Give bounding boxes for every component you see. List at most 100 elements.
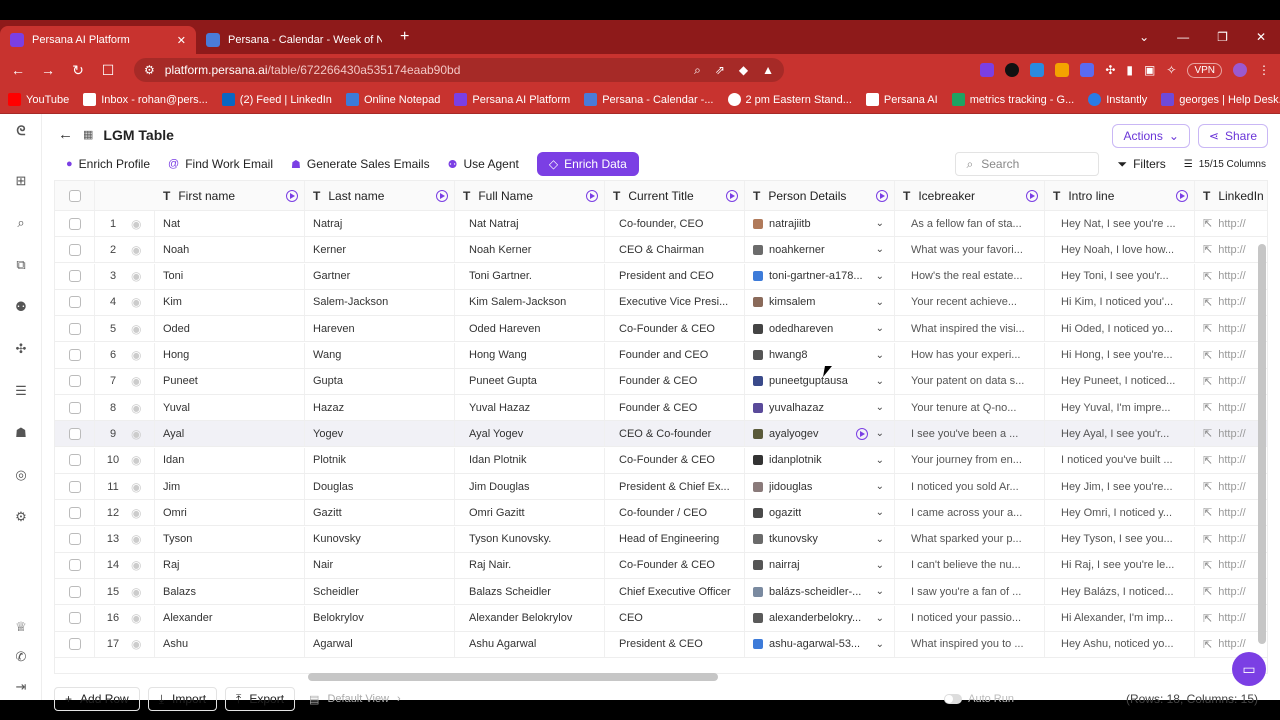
cell-last-name[interactable]: Hazaz [305, 395, 455, 421]
cell-person-details[interactable]: toni-gartner-a178... ⌄ [745, 263, 895, 289]
agent-icon[interactable]: ⚉ [12, 298, 30, 316]
tab-search-icon[interactable]: ⌄ [1139, 30, 1149, 44]
cell-last-name[interactable]: Plotnik [305, 447, 455, 473]
cell-icebreaker[interactable]: I noticed you sold Ar... [895, 474, 1045, 499]
add-row-button[interactable]: + Add Row [54, 687, 140, 711]
chevron-down-icon[interactable]: ⌄ [876, 481, 884, 492]
external-link-icon[interactable]: ⇱ [1203, 612, 1212, 625]
integrations-icon[interactable]: ✣ [12, 340, 30, 358]
chevron-down-icon[interactable]: ⌄ [876, 586, 884, 597]
table-row[interactable]: 1 ◉ Nat Natraj Nat Natraj Co-founder, CEO natr… [55, 211, 1267, 237]
cell-intro-line[interactable]: Hi Oded, I noticed yo... [1045, 316, 1195, 342]
table-row[interactable]: 9 ◉ Ayal Yogev Ayal Yogev CEO & Co-founder aya… [55, 421, 1267, 448]
cell-current-title[interactable]: President & CEO [605, 631, 745, 657]
table-row[interactable]: 12 ◉ Omri Gazitt Omri Gazitt Co-founder / CEO… [55, 500, 1267, 527]
cell-icebreaker[interactable]: What inspired the visi... [895, 316, 1045, 342]
chat-support-button[interactable]: ▭ [1232, 652, 1266, 686]
cell-full-name[interactable]: Hong Wang [455, 342, 605, 368]
external-link-icon[interactable]: ⇱ [1203, 638, 1212, 651]
cell-intro-line[interactable]: Hey Ayal, I see you'r... [1045, 421, 1195, 447]
external-link-icon[interactable]: ⇱ [1203, 322, 1212, 335]
cell-full-name[interactable]: Jim Douglas [455, 474, 605, 499]
chevron-down-icon[interactable]: ⌄ [876, 534, 884, 545]
row-select-cell[interactable] [55, 421, 95, 447]
row-checkbox[interactable] [68, 533, 81, 546]
close-window-icon[interactable]: ✕ [1256, 30, 1266, 44]
table-row[interactable]: 17 ◉ Ashu Agarwal Ashu Agarwal President & CE… [55, 631, 1267, 658]
cell-last-name[interactable]: Nair [305, 552, 455, 578]
cell-intro-line[interactable]: Hi Alexander, I'm imp... [1045, 605, 1195, 631]
row-checkbox[interactable] [68, 217, 81, 230]
site-info-icon[interactable]: ⚙ [144, 63, 155, 77]
table-row[interactable]: 7 ◉ Puneet Gupta Puneet Gupta Founder & CEO pu… [55, 368, 1267, 395]
external-link-icon[interactable]: ⇱ [1203, 375, 1212, 388]
run-cell-icon[interactable] [856, 427, 868, 440]
cell-last-name[interactable]: Yogev [305, 421, 455, 447]
cell-current-title[interactable]: President & Chief Ex... [605, 474, 745, 499]
select-all-cell[interactable] [55, 181, 95, 210]
bookmark-metrics[interactable]: metrics tracking - G... [951, 93, 1074, 106]
horizontal-scrollbar[interactable] [308, 673, 718, 681]
cell-person-details[interactable]: tkunovsky ⌄ [745, 526, 895, 552]
cell-intro-line[interactable]: Hey Jim, I see you're... [1045, 474, 1195, 499]
cell-icebreaker[interactable]: I saw you're a fan of ... [895, 579, 1045, 605]
cell-intro-line[interactable]: Hey Puneet, I noticed... [1045, 368, 1195, 394]
tables-icon[interactable]: ☰ [12, 382, 30, 400]
leo-icon[interactable]: ✧ [1166, 63, 1176, 77]
cell-intro-line[interactable]: Hey Noah, I love how... [1045, 237, 1195, 263]
forward-icon[interactable]: → [40, 62, 56, 78]
cell-last-name[interactable]: Natraj [305, 211, 455, 236]
row-select-cell[interactable] [55, 211, 95, 236]
eye-icon[interactable]: ◉ [131, 480, 141, 494]
chevron-down-icon[interactable]: ⌄ [876, 323, 884, 334]
cell-first-name[interactable]: Oded [155, 316, 305, 342]
column-header-current-title[interactable]: T Current Title [605, 181, 745, 210]
table-row[interactable]: 4 ◉ Kim Salem-Jackson Kim Salem-Jackson Execu… [55, 289, 1267, 316]
chevron-down-icon[interactable]: ⌄ [876, 271, 884, 282]
cell-icebreaker[interactable]: What was your favori... [895, 237, 1045, 263]
cell-current-title[interactable]: Head of Engineering [605, 526, 745, 552]
chevron-down-icon[interactable]: ⌄ [876, 244, 884, 255]
share-button[interactable]: ⋖ Share [1197, 124, 1268, 148]
cell-icebreaker[interactable]: I can't believe the nu... [895, 552, 1045, 578]
brave-shield-icon[interactable]: ◆ [739, 63, 748, 78]
cell-current-title[interactable]: Founder and CEO [605, 342, 745, 368]
row-select-cell[interactable] [55, 579, 95, 605]
row-checkbox[interactable] [68, 454, 81, 467]
chevron-down-icon[interactable]: ⌄ [876, 507, 884, 518]
toggle-switch[interactable] [944, 694, 963, 704]
actions-button[interactable]: Actions ⌄ [1112, 124, 1190, 148]
cell-current-title[interactable]: Co-Founder & CEO [605, 447, 745, 473]
cell-intro-line[interactable]: Hey Toni, I see you'r... [1045, 263, 1195, 289]
table-row[interactable]: 8 ◉ Yuval Hazaz Yuval Hazaz Founder & CEO yuva… [55, 395, 1267, 422]
extension-icon[interactable] [980, 63, 995, 77]
cell-last-name[interactable]: Hareven [305, 316, 455, 342]
row-select-cell[interactable] [55, 263, 95, 289]
vertical-scrollbar[interactable] [1258, 244, 1266, 644]
run-column-icon[interactable] [286, 189, 298, 202]
enrich-data-button[interactable]: ◇ Enrich Data [536, 152, 639, 176]
cell-current-title[interactable]: Co-Founder & CEO [605, 552, 745, 578]
cell-full-name[interactable]: Alexander Belokrylov [455, 605, 605, 631]
use-agent-button[interactable]: ⚉ Use Agent [448, 157, 519, 171]
cell-person-details[interactable]: kimsalem ⌄ [745, 289, 895, 315]
run-column-icon[interactable] [1176, 189, 1188, 202]
cell-last-name[interactable]: Kunovsky [305, 526, 455, 552]
cell-intro-line[interactable]: Hey Balázs, I noticed... [1045, 579, 1195, 605]
cell-icebreaker[interactable]: Your recent achieve... [895, 289, 1045, 315]
profile-icon[interactable] [1233, 63, 1247, 77]
cell-person-details[interactable]: idanplotnik ⌄ [745, 447, 895, 473]
chevron-down-icon[interactable]: ⌄ [876, 350, 884, 361]
cell-current-title[interactable]: CEO & Chairman [605, 237, 745, 263]
eye-icon[interactable]: ◉ [131, 269, 141, 283]
cell-full-name[interactable]: Omri Gazitt [455, 500, 605, 526]
cell-last-name[interactable]: Gazitt [305, 500, 455, 526]
bookmark-instantly[interactable]: Instantly [1088, 93, 1147, 106]
row-select-cell[interactable] [55, 474, 95, 499]
bookmark-time[interactable]: 2 pm Eastern Stand... [727, 93, 852, 106]
cell-current-title[interactable]: Founder & CEO [605, 395, 745, 421]
cell-icebreaker[interactable]: Your patent on data s... [895, 368, 1045, 394]
external-link-icon[interactable]: ⇱ [1203, 454, 1212, 467]
cell-current-title[interactable]: Co-Founder & CEO [605, 316, 745, 342]
cell-first-name[interactable]: Balazs [155, 579, 305, 605]
